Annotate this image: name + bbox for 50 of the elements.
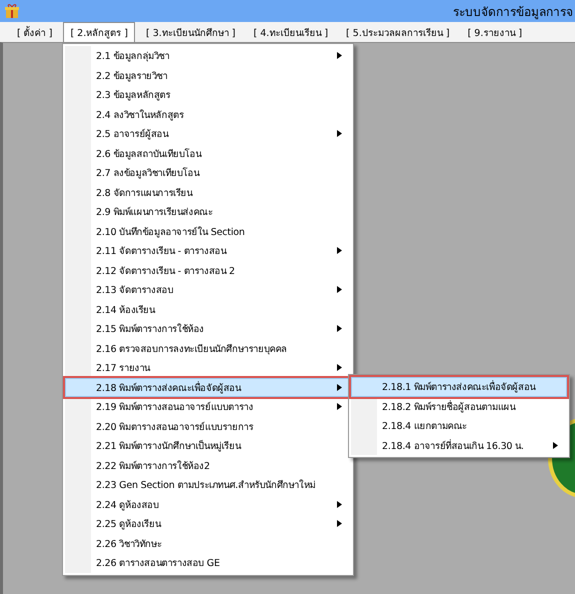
menu-item[interactable]: 2.8 จัดการแผนการเรียน — [65, 182, 351, 202]
menu-item[interactable]: 2.18.2 พิมพ์รายชื่อผู้สอนตามแผน — [351, 396, 567, 416]
submenu-arrow-icon — [337, 364, 342, 372]
menu-item[interactable]: 2.13 จัดตารางสอบ — [65, 280, 351, 300]
menu-item[interactable]: 2.26 ตารางสอนตารางสอบ GE — [65, 553, 351, 572]
menu-item[interactable]: 2.21 พิมพ์ตารางนักศึกษาเป็นหมู่เรียน — [65, 436, 351, 456]
menu-item[interactable]: 2.7 ลงข้อมูลวิชาเทียบโอน — [65, 163, 351, 182]
submenu-arrow-icon — [553, 442, 558, 449]
menu-item[interactable]: 2.3 ข้อมูลหลักสูตร — [65, 85, 351, 104]
submenu-arrow-icon — [337, 520, 342, 528]
submenu-arrow-icon — [337, 500, 342, 508]
menu-item[interactable]: 2.11 จัดตารางเรียน - ตารางสอน — [65, 241, 351, 260]
menu-item[interactable]: 2.4 ลงวิชาในหลักสูตร — [65, 104, 351, 124]
menu-item[interactable]: 2.14 ห้องเรียน — [65, 300, 351, 319]
submenu-arrow-icon — [337, 130, 342, 138]
menu-item[interactable]: 2.16 ตรวจสอบการลงทะเบียนนักศึกษารายบุคคล — [65, 338, 351, 358]
submenu-arrow-icon — [337, 52, 342, 60]
menu-item[interactable]: 2.6 ข้อมูลสถาบันเทียบโอน — [65, 144, 351, 163]
submenu-arrow-icon — [337, 247, 342, 254]
menu-item[interactable]: 2.5 อาจารย์ผู้สอน — [65, 124, 351, 144]
menu-item[interactable]: 2.15 พิมพ์ตารางการใช้ห้อง — [65, 319, 351, 338]
menu-item[interactable]: 2.17 รายงาน — [65, 358, 351, 378]
menu-item[interactable]: 2.10 บันทึกข้อมูลอาจารย์ใน Section — [65, 222, 351, 241]
menu-item[interactable]: 2.9 พิมพ์แผนการเรียนส่งคณะ — [65, 202, 351, 222]
menu-bar-item[interactable]: [ 5.ประมวลผลการเรียน ] — [339, 22, 457, 42]
menu-item[interactable]: 2.19 พิมพ์ตารางสอนอาจารย์แบบตาราง — [65, 397, 351, 416]
menu-item[interactable]: 2.12 จัดตารางเรียน - ตารางสอน 2 — [65, 260, 351, 280]
menu-item[interactable]: 2.18.4 อาจารย์ที่สอนเกิน 16.30 น. — [351, 436, 567, 455]
menu-item[interactable]: 2.26 วิชาวิทักษะ — [65, 534, 351, 553]
window-title: ระบบจัดการข้อมูลการจ — [453, 4, 573, 20]
menu-item[interactable]: 2.20 พิมตารางสอนอาจารย์แบบรายการ — [65, 416, 351, 436]
menu-item[interactable]: 2.1 ข้อมูลกลุ่มวิชา — [65, 46, 351, 66]
menu-item[interactable]: 2.18.4 แยกตามคณะ — [351, 416, 567, 436]
submenu-arrow-icon — [337, 325, 342, 332]
menu-bar-item[interactable]: [ 9.รายงาน ] — [460, 22, 530, 42]
menu-item[interactable]: 2.18 พิมพ์ตารางส่งคณะเพื่อจัดผู้สอน — [65, 378, 351, 397]
menu-item[interactable]: 2.23 Gen Section ตามประเภทนศ.สำหรับนักศึกษาใหม่ — [65, 475, 351, 494]
menu-item[interactable]: 2.2 ข้อมูลรายวิชา — [65, 66, 351, 85]
submenu-arrow-icon — [337, 286, 342, 294]
submenu-arrow-icon — [337, 384, 342, 391]
gift-box-icon — [4, 3, 20, 19]
submenu-arrow-icon — [337, 403, 342, 410]
menu-item[interactable]: 2.22 พิมพ์ตารางการใช้ห้อง2 — [65, 456, 351, 475]
menu-bar-item[interactable]: [ 3.ทะเบียนนักศึกษา ] — [138, 22, 243, 42]
menu-item[interactable]: 2.18.1 พิมพ์ตารางส่งคณะเพื่อจัดผู้สอน — [351, 377, 567, 396]
menu-bar-item[interactable]: [ ตั้งค่า ] — [10, 22, 60, 42]
menu-bar-item[interactable]: [ 4.ทะเบียนเรียน ] — [246, 22, 336, 42]
menu-bar-item[interactable]: [ 2.หลักสูตร ] — [63, 22, 135, 42]
menu-item[interactable]: 2.24 ดูห้องสอบ — [65, 494, 351, 514]
menu-item[interactable]: 2.25 ดูห้องเรียน — [65, 514, 351, 534]
